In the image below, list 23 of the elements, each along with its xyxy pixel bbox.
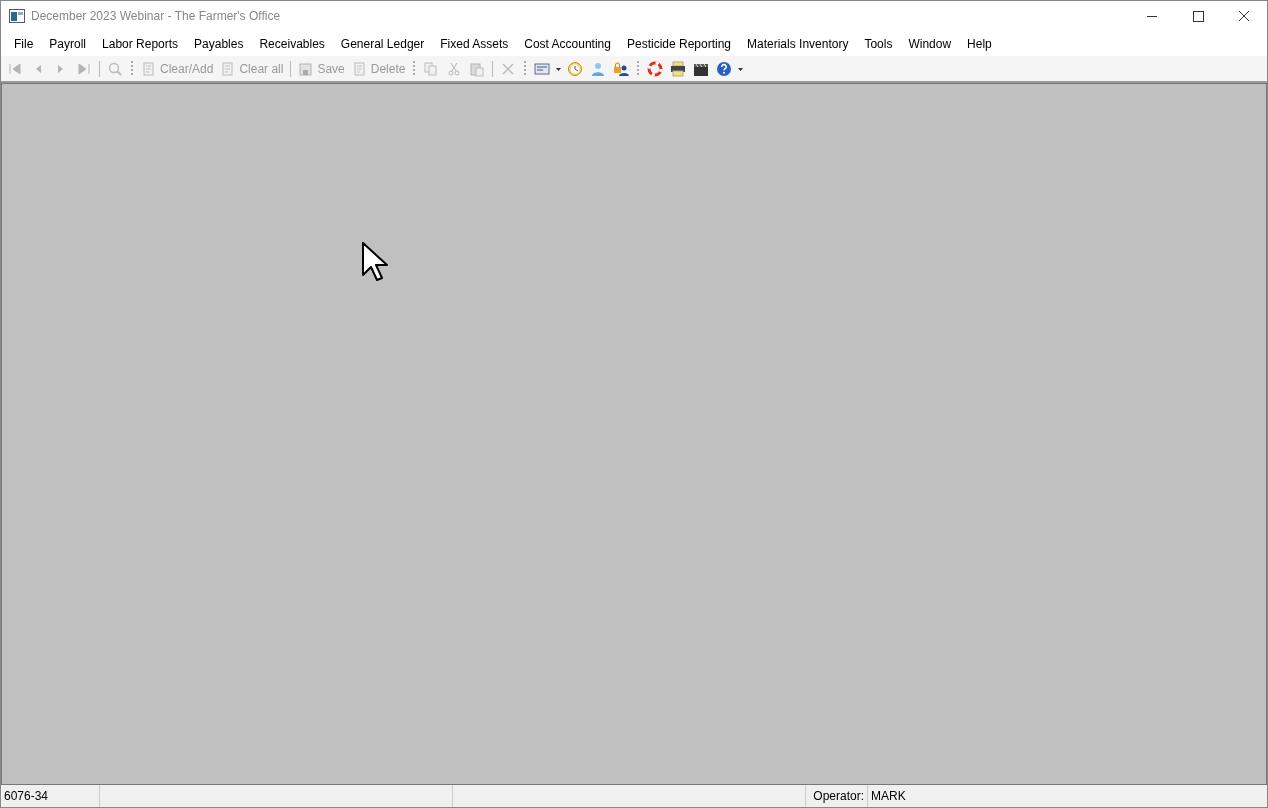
menu-item[interactable]: Pesticide Reporting [618,36,740,51]
menu-item[interactable]: General Ledger [332,36,433,51]
menu-item[interactable]: Labor Reports [94,36,187,51]
status-code: 6076-34 [1,785,100,807]
menu-item[interactable]: Materials Inventory [739,36,857,51]
user-lock-icon[interactable] [611,59,632,78]
menu-item[interactable]: Help [959,36,1000,51]
menu-item[interactable]: Tools [856,36,901,51]
form-icon [141,60,157,77]
operator-name: MARK [870,788,907,805]
menu-item[interactable]: Cost Accounting [516,36,619,51]
operator-label: Operator: [813,789,864,803]
menu-item[interactable]: File [6,36,42,51]
save-icon [298,60,315,77]
app-icon [9,9,25,23]
window-title: December 2023 Webinar - The Farmer's Office [31,9,281,23]
menu-item[interactable]: Payroll [41,36,95,51]
menu-item[interactable]: Fixed Assets [432,36,517,51]
menu-item[interactable]: Window [900,36,960,51]
delete-icon [351,60,368,77]
menu-item[interactable]: Payables [186,36,252,51]
menu-item[interactable]: Receivables [251,36,333,51]
mouse-cursor-icon [361,241,389,281]
